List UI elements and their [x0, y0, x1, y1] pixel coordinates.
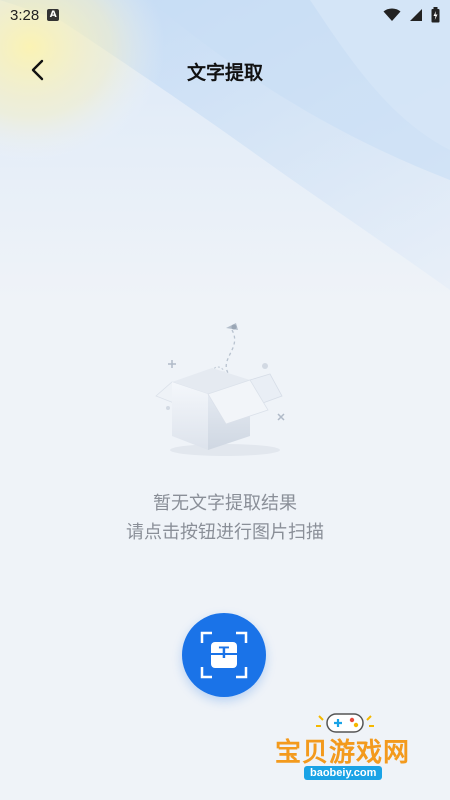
wifi-icon: [383, 8, 401, 21]
watermark-name: 宝贝游戏网: [275, 738, 411, 768]
open-box-icon: [155, 323, 285, 456]
battery-icon: [431, 7, 440, 23]
signal-icon: [410, 9, 422, 21]
header: 文字提取: [0, 50, 450, 90]
page-title: 文字提取: [186, 62, 263, 84]
scan-button-glyph: T: [218, 643, 230, 662]
empty-hint: 请点击按钮进行图片扫描: [126, 522, 324, 543]
empty-title: 暂无文字提取结果: [153, 493, 297, 514]
notification-icon: A: [47, 9, 60, 21]
status-time: 3:28: [10, 6, 40, 24]
scan-button[interactable]: T: [182, 613, 266, 697]
status-bar: 3:28 A: [0, 0, 450, 30]
watermark-domain: baobeiy.com: [304, 766, 383, 780]
watermark: 宝贝游戏网 baobeiy.com: [270, 706, 420, 786]
